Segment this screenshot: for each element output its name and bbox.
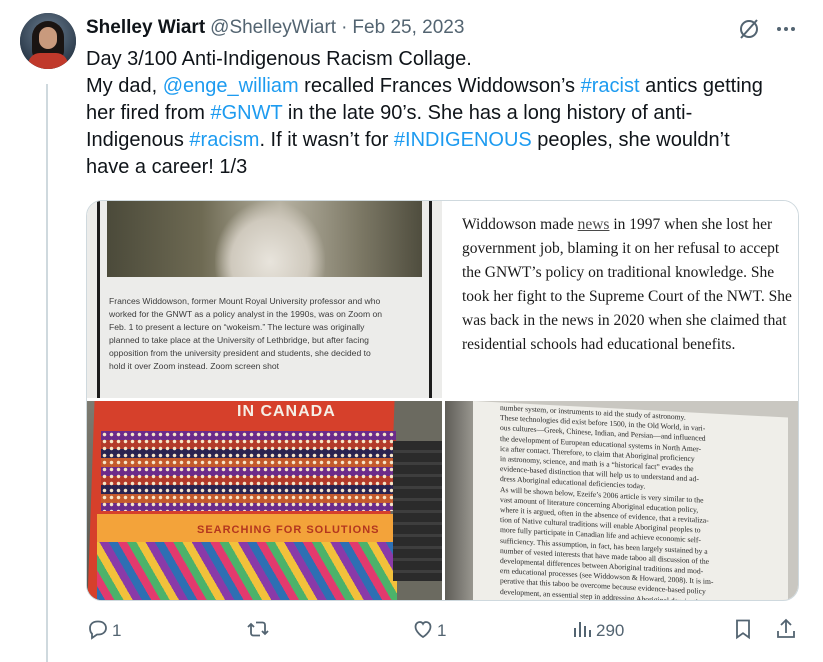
tweet-text-segment: her fired from bbox=[86, 102, 211, 124]
caption-line: planned to take place at the University … bbox=[109, 335, 369, 345]
tweet-text-segment: antics getting bbox=[639, 75, 763, 97]
header-separator: · bbox=[341, 17, 348, 38]
image-frame-right bbox=[429, 201, 432, 398]
views-button[interactable]: 290 bbox=[570, 616, 624, 646]
like-count: 1 bbox=[437, 621, 447, 640]
more-icon[interactable] bbox=[774, 17, 798, 41]
tweet-text-segment: Indigenous bbox=[86, 129, 190, 151]
author-handle[interactable]: @ShelleyWiart bbox=[210, 17, 336, 39]
author-name[interactable]: Shelley Wiart bbox=[86, 17, 205, 39]
tweet-text-line: Indigenous #racism. If it wasn’t for #IN… bbox=[86, 127, 806, 154]
share-button[interactable] bbox=[774, 616, 798, 646]
media-image-4[interactable]: number system, or instruments to aid the… bbox=[445, 401, 798, 600]
media-image-3[interactable]: IN CANADA SEARCHING FOR SOLUTIONS bbox=[87, 401, 442, 600]
tweet-text-line: have a career! 1/3 bbox=[86, 154, 806, 181]
hashtag-link[interactable]: #GNWT bbox=[210, 102, 282, 124]
hashtag-link[interactable]: #racist bbox=[581, 75, 640, 97]
hashtag-link[interactable]: #INDIGENOUS bbox=[394, 129, 532, 151]
bookmark-icon bbox=[731, 617, 755, 646]
media-image-2[interactable]: Widdowson made news in 1997 when she los… bbox=[445, 201, 798, 398]
book-page-text: number system, or instruments to aid the… bbox=[500, 403, 798, 600]
tweet-text-segment: My dad, bbox=[86, 75, 163, 97]
tweet-text-line: Day 3/100 Anti-Indigenous Racism Collage… bbox=[86, 46, 806, 73]
media-grid: Frances Widdowson, former Mount Royal Un… bbox=[86, 200, 799, 601]
tweet-text-segment: peoples, she wouldn’t bbox=[531, 129, 730, 151]
zoom-photo bbox=[107, 201, 422, 277]
tweet-header: Shelley Wiart @ShelleyWiart · Feb 25, 20… bbox=[86, 15, 464, 41]
tweet-text-line: My dad, @enge_william recalled Frances W… bbox=[86, 73, 806, 100]
reply-button[interactable]: 1 bbox=[86, 616, 121, 646]
action-bar: 1 1 290 bbox=[86, 616, 806, 646]
media-image-1[interactable]: Frances Widdowson, former Mount Royal Un… bbox=[87, 201, 442, 398]
image-frame-left bbox=[97, 201, 100, 398]
repost-icon bbox=[246, 617, 270, 646]
book-dot-pattern bbox=[101, 431, 396, 511]
tweet-text: Day 3/100 Anti-Indigenous Racism Collage… bbox=[86, 46, 806, 181]
article-excerpt: Widdowson made news in 1997 when she los… bbox=[462, 213, 792, 357]
tweet-text-line: her fired from #GNWT in the late 90’s. S… bbox=[86, 100, 806, 127]
share-icon bbox=[774, 617, 798, 646]
article-text-after: in 1997 when she lost her government job… bbox=[462, 216, 792, 353]
reply-icon bbox=[86, 617, 110, 646]
caption-line: opposition from the university president… bbox=[109, 348, 371, 358]
heart-icon bbox=[411, 617, 435, 646]
tweet-text-segment: have a career! 1/3 bbox=[86, 156, 248, 178]
tweet-text-segment: in the late 90’s. She has a long history… bbox=[282, 102, 693, 124]
caption-line: Feb. 1 to present a lecture on “wokeism.… bbox=[109, 322, 365, 332]
avatar[interactable] bbox=[20, 13, 76, 69]
book-title: IN CANADA bbox=[237, 403, 336, 420]
like-button[interactable]: 1 bbox=[411, 616, 446, 646]
caption-line: hold it over Zoom instead. Zoom screen s… bbox=[109, 361, 280, 371]
thread-connector-line bbox=[46, 84, 48, 662]
views-count: 290 bbox=[596, 621, 625, 640]
book-weave-pattern bbox=[97, 542, 397, 600]
tweet-text-segment: . If it wasn’t for bbox=[259, 129, 394, 151]
book-subtitle: SEARCHING FOR SOLUTIONS bbox=[197, 524, 380, 536]
tweet-text-segment: recalled Frances Widdowson’s bbox=[298, 75, 581, 97]
book-spine-shadow bbox=[445, 401, 475, 600]
article-news-link: news bbox=[577, 216, 610, 233]
caption-line: Frances Widdowson, former Mount Royal Un… bbox=[109, 296, 381, 306]
grok-icon[interactable] bbox=[737, 17, 761, 41]
mention-link[interactable]: @enge_william bbox=[163, 75, 299, 97]
repost-button[interactable] bbox=[246, 616, 272, 646]
hashtag-link[interactable]: #racism bbox=[189, 129, 259, 151]
tweet-text-segment: Day 3/100 Anti-Indigenous Racism Collage… bbox=[86, 48, 472, 70]
reply-count: 1 bbox=[112, 621, 122, 640]
article-text-before: Widdowson made bbox=[462, 216, 578, 233]
caption-line: worked for the GNWT as a policy analyst … bbox=[109, 309, 383, 319]
image-caption: Frances Widdowson, former Mount Royal Un… bbox=[109, 295, 421, 373]
bookmark-button[interactable] bbox=[731, 616, 755, 646]
laptop-keyboard bbox=[393, 441, 442, 581]
views-icon bbox=[570, 617, 594, 646]
tweet-date[interactable]: Feb 25, 2023 bbox=[352, 17, 464, 39]
